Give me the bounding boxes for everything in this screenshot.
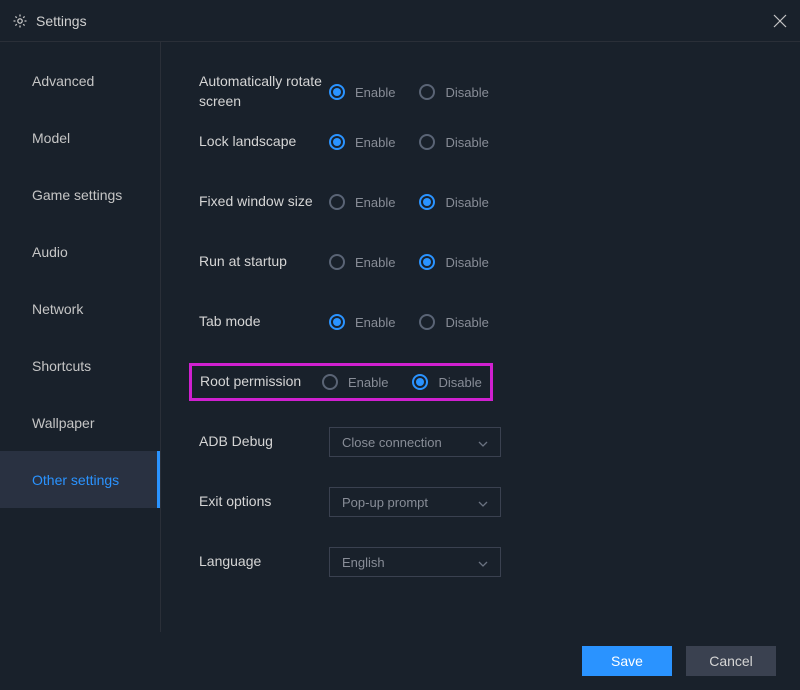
radio-icon xyxy=(419,194,435,210)
chevron-down-icon xyxy=(478,497,488,507)
sidebar-item-label: Network xyxy=(32,301,83,317)
select-language[interactable]: English xyxy=(329,547,501,577)
footer: Save Cancel xyxy=(0,632,800,690)
setting-row-lock-landscape: Lock landscape Enable Disable xyxy=(199,120,800,164)
setting-label: Tab mode xyxy=(199,312,329,332)
setting-label: Language xyxy=(199,552,329,572)
radio-disable[interactable]: Disable xyxy=(412,374,481,390)
setting-label: Lock landscape xyxy=(199,132,329,152)
sidebar-item-label: Model xyxy=(32,130,70,146)
radio-disable[interactable]: Disable xyxy=(419,134,488,150)
content-panel: Automatically rotate screen Enable Disab… xyxy=(161,42,800,632)
setting-label: Exit options xyxy=(199,492,329,512)
setting-label: Root permission xyxy=(200,372,322,392)
chevron-down-icon xyxy=(478,557,488,567)
select-value: Pop-up prompt xyxy=(342,495,428,510)
radio-icon xyxy=(329,84,345,100)
radio-icon xyxy=(329,314,345,330)
setting-row-adb-debug: ADB Debug Close connection xyxy=(199,420,800,464)
radio-label: Disable xyxy=(445,135,488,150)
radio-icon xyxy=(419,254,435,270)
close-icon[interactable] xyxy=(772,13,788,29)
setting-row-auto-rotate: Automatically rotate screen Enable Disab… xyxy=(199,70,800,114)
sidebar-item-game-settings[interactable]: Game settings xyxy=(0,166,160,223)
titlebar: Settings xyxy=(0,0,800,42)
setting-label: Run at startup xyxy=(199,252,329,272)
setting-row-tab-mode: Tab mode Enable Disable xyxy=(199,300,800,344)
sidebar-item-label: Audio xyxy=(32,244,68,260)
sidebar-item-advanced[interactable]: Advanced xyxy=(0,52,160,109)
radio-label: Enable xyxy=(355,195,395,210)
sidebar-item-audio[interactable]: Audio xyxy=(0,223,160,280)
radio-disable[interactable]: Disable xyxy=(419,84,488,100)
setting-label: ADB Debug xyxy=(199,432,329,452)
radio-icon xyxy=(329,194,345,210)
setting-label: Fixed window size xyxy=(199,192,329,212)
radio-icon xyxy=(419,84,435,100)
sidebar-item-label: Shortcuts xyxy=(32,358,91,374)
radio-label: Disable xyxy=(445,315,488,330)
radio-label: Disable xyxy=(438,375,481,390)
radio-icon xyxy=(322,374,338,390)
window-title: Settings xyxy=(36,13,772,29)
radio-enable[interactable]: Enable xyxy=(329,134,395,150)
radio-enable[interactable]: Enable xyxy=(322,374,388,390)
cancel-button[interactable]: Cancel xyxy=(686,646,776,676)
sidebar-item-label: Other settings xyxy=(32,472,119,488)
select-value: English xyxy=(342,555,385,570)
setting-row-exit-options: Exit options Pop-up prompt xyxy=(199,480,800,524)
setting-row-fixed-window: Fixed window size Enable Disable xyxy=(199,180,800,224)
select-value: Close connection xyxy=(342,435,442,450)
setting-row-root-permission: Root permission Enable Disable xyxy=(199,360,800,404)
radio-label: Disable xyxy=(445,85,488,100)
radio-enable[interactable]: Enable xyxy=(329,194,395,210)
radio-icon xyxy=(329,254,345,270)
radio-group-tab-mode: Enable Disable xyxy=(329,314,489,330)
radio-label: Enable xyxy=(355,255,395,270)
chevron-down-icon xyxy=(478,437,488,447)
radio-group-auto-rotate: Enable Disable xyxy=(329,84,489,100)
radio-label: Enable xyxy=(355,315,395,330)
setting-label: Automatically rotate screen xyxy=(199,72,329,111)
setting-row-language: Language English xyxy=(199,540,800,584)
sidebar: Advanced Model Game settings Audio Netwo… xyxy=(0,42,161,632)
sidebar-item-shortcuts[interactable]: Shortcuts xyxy=(0,337,160,394)
radio-group-run-startup: Enable Disable xyxy=(329,254,489,270)
highlight-annotation: Root permission Enable Disable xyxy=(189,363,493,401)
radio-label: Enable xyxy=(355,135,395,150)
sidebar-item-other-settings[interactable]: Other settings xyxy=(0,451,160,508)
radio-enable[interactable]: Enable xyxy=(329,84,395,100)
radio-disable[interactable]: Disable xyxy=(419,314,488,330)
radio-label: Enable xyxy=(355,85,395,100)
radio-disable[interactable]: Disable xyxy=(419,194,488,210)
radio-icon xyxy=(419,134,435,150)
radio-label: Enable xyxy=(348,375,388,390)
save-button[interactable]: Save xyxy=(582,646,672,676)
sidebar-item-label: Game settings xyxy=(32,187,122,203)
radio-icon xyxy=(329,134,345,150)
radio-group-lock-landscape: Enable Disable xyxy=(329,134,489,150)
sidebar-item-model[interactable]: Model xyxy=(0,109,160,166)
radio-label: Disable xyxy=(445,255,488,270)
radio-group-root-permission: Enable Disable xyxy=(322,374,482,390)
select-exit-options[interactable]: Pop-up prompt xyxy=(329,487,501,517)
body-area: Advanced Model Game settings Audio Netwo… xyxy=(0,42,800,632)
select-adb-debug[interactable]: Close connection xyxy=(329,427,501,457)
radio-group-fixed-window: Enable Disable xyxy=(329,194,489,210)
radio-icon xyxy=(412,374,428,390)
radio-icon xyxy=(419,314,435,330)
radio-disable[interactable]: Disable xyxy=(419,254,488,270)
sidebar-item-network[interactable]: Network xyxy=(0,280,160,337)
radio-enable[interactable]: Enable xyxy=(329,254,395,270)
sidebar-item-label: Advanced xyxy=(32,73,94,89)
sidebar-item-wallpaper[interactable]: Wallpaper xyxy=(0,394,160,451)
radio-enable[interactable]: Enable xyxy=(329,314,395,330)
setting-row-run-startup: Run at startup Enable Disable xyxy=(199,240,800,284)
sidebar-item-label: Wallpaper xyxy=(32,415,95,431)
settings-gear-icon xyxy=(12,13,28,29)
radio-label: Disable xyxy=(445,195,488,210)
